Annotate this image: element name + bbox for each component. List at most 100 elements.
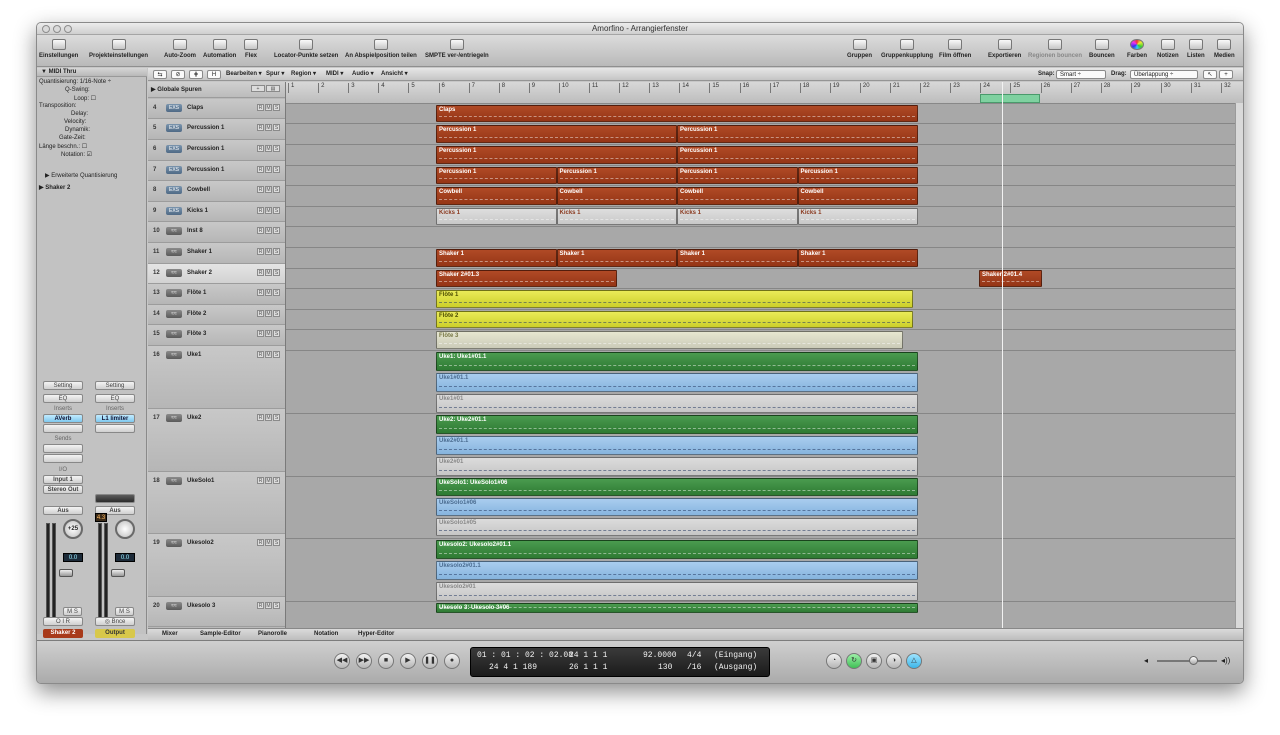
solo-button[interactable]: S	[273, 414, 280, 421]
link-icon[interactable]: ⊘	[171, 70, 185, 79]
locator-button[interactable]: Locator-Punkte setzen	[274, 37, 338, 65]
global-tracks-row[interactable]: ▶ Globale Spuren + ▤	[148, 82, 285, 98]
insert-slot-empty-2[interactable]	[95, 424, 135, 433]
notizen-button[interactable]: Notizen	[1157, 37, 1179, 65]
solo-button[interactable]: S	[273, 310, 280, 317]
region-shaker2-a[interactable]: Shaker 2#01.3	[436, 270, 617, 287]
solo-button[interactable]: S	[273, 227, 280, 234]
record-enable[interactable]: R	[257, 330, 264, 337]
ruler-bar-10[interactable]: 10	[558, 83, 569, 93]
mute-button[interactable]: M	[265, 124, 272, 131]
pointer-tool-icon[interactable]: ↖	[1203, 70, 1217, 79]
automation-button[interactable]: Automation	[203, 37, 236, 65]
input-button[interactable]: Input 1	[43, 475, 83, 484]
region-ukesolo1-take-a[interactable]: UkeSolo1#06	[436, 498, 918, 516]
drag-select[interactable]: Überlappung ÷	[1130, 70, 1198, 79]
track-buttons[interactable]: RMS	[256, 269, 280, 276]
smpte-lock-button[interactable]: SMPTE ver-/entriegeln	[425, 37, 489, 65]
region-uke2-group[interactable]: Uke2: Uke2#01.1	[436, 415, 918, 434]
regionen-bouncen-button[interactable]: Regionen bouncen	[1028, 37, 1082, 65]
record-input-buttons[interactable]: O I R	[43, 617, 83, 626]
ruler-bar-3[interactable]: 3	[348, 83, 355, 93]
mute-button[interactable]: M	[265, 351, 272, 358]
solo-button[interactable]: S	[273, 248, 280, 255]
menu-audio[interactable]: Audio ▾	[352, 70, 374, 79]
track-header-6[interactable]: 6 EXS Percussion 1 RMS	[148, 140, 285, 161]
solo-button[interactable]: S	[273, 477, 280, 484]
ruler-bar-30[interactable]: 30	[1160, 83, 1171, 93]
mute-button[interactable]: M	[265, 602, 272, 609]
region-kicks-1[interactable]: Kicks 1	[556, 208, 677, 225]
solo-button[interactable]: S	[273, 351, 280, 358]
solo-button[interactable]: S	[273, 104, 280, 111]
track-buttons[interactable]: RMS	[256, 104, 280, 111]
medien-button[interactable]: Medien	[1214, 37, 1235, 65]
param-gatezeit[interactable]: Gate-Zeit:	[59, 135, 86, 141]
insert-averb[interactable]: AVerb	[43, 414, 83, 423]
record-enable[interactable]: R	[257, 269, 264, 276]
param-velocity[interactable]: Velocity:	[64, 119, 86, 125]
stop-button[interactable]: ■	[378, 653, 394, 669]
gruppenkupplung-button[interactable]: Gruppenkupplung	[881, 37, 933, 65]
ruler-bar-5[interactable]: 5	[408, 83, 415, 93]
track-header-10[interactable]: 10 ≈≈ Inst 8 RMS	[148, 222, 285, 243]
ruler-bar-29[interactable]: 29	[1130, 83, 1140, 93]
pencil-tool-icon[interactable]: +	[1219, 70, 1233, 79]
record-enable[interactable]: R	[257, 414, 264, 421]
track-buttons[interactable]: RMS	[256, 351, 280, 358]
replace-button[interactable]: ◑	[886, 653, 902, 669]
track-buttons[interactable]: RMS	[256, 539, 280, 546]
record-enable[interactable]: R	[257, 289, 264, 296]
eq-button-2[interactable]: EQ	[95, 394, 135, 403]
solo-button[interactable]: S	[273, 269, 280, 276]
master-volume-track[interactable]	[1157, 660, 1217, 662]
low-latency-button[interactable]: ◔	[826, 653, 842, 669]
ruler-bar-9[interactable]: 9	[528, 83, 535, 93]
transport-display[interactable]: 01 : 01 : 02 : 02.08 24 4 1 189 24 1 1 1…	[470, 647, 770, 677]
region-cowbell-3[interactable]: Cowbell	[797, 187, 918, 205]
menu-bearbeiten[interactable]: Bearbeiten ▾	[226, 70, 262, 79]
channel-name-2[interactable]: Output	[95, 629, 135, 638]
region-floete-3[interactable]: Flöte 3	[436, 331, 903, 349]
record-enable[interactable]: R	[257, 602, 264, 609]
param-delay[interactable]: Delay:	[71, 111, 88, 117]
track-header-15[interactable]: 15 ≈≈ Flöte 3 RMS	[148, 325, 285, 346]
record-button[interactable]: ●	[444, 653, 460, 669]
region-shaker1-0[interactable]: Shaker 1	[436, 249, 557, 267]
track-name[interactable]: Flöte 3	[187, 331, 206, 337]
track-buttons[interactable]: RMS	[256, 124, 280, 131]
solo-button[interactable]: S	[273, 145, 280, 152]
param-quantisierung[interactable]: Quantisierung: 1/16-Note ÷	[39, 79, 111, 85]
track-buttons[interactable]: RMS	[256, 330, 280, 337]
param-qswing[interactable]: Q-Swing:	[65, 87, 90, 93]
ruler-bar-12[interactable]: 12	[619, 83, 629, 93]
track-name[interactable]: Kicks 1	[187, 208, 208, 214]
ruler-bar-19[interactable]: 19	[829, 83, 839, 93]
erweiterte-quantisierung[interactable]: ▶ Erweiterte Quantisierung	[45, 172, 117, 179]
ruler-bar-13[interactable]: 13	[649, 83, 659, 93]
volume-fader-2[interactable]	[111, 569, 125, 577]
ruler-bar-7[interactable]: 7	[468, 83, 475, 93]
track-header-14[interactable]: 14 ≈≈ Flöte 2 RMS	[148, 305, 285, 325]
catch-icon[interactable]: ⋕	[189, 70, 203, 79]
region-kicks-3[interactable]: Kicks 1	[797, 208, 918, 225]
balance-knob[interactable]	[115, 519, 135, 539]
track-name[interactable]: Claps	[187, 105, 203, 111]
record-enable[interactable]: R	[257, 227, 264, 234]
region-kicks-0[interactable]: Kicks 1	[436, 208, 557, 225]
pause-button[interactable]: ❚❚	[422, 653, 438, 669]
mute-button[interactable]: M	[265, 539, 272, 546]
mute-button[interactable]: M	[265, 310, 272, 317]
region-uke1-take-b[interactable]: Uke1#01	[436, 394, 918, 413]
punch-button[interactable]: ▣	[866, 653, 882, 669]
track-buttons[interactable]: RMS	[256, 248, 280, 255]
solo-button[interactable]: S	[273, 289, 280, 296]
param-notation[interactable]: Notation: ☑	[61, 151, 92, 158]
record-enable[interactable]: R	[257, 207, 264, 214]
region-percussion-1a[interactable]: Percussion 1	[436, 125, 677, 143]
master-volume-knob[interactable]	[1189, 656, 1198, 665]
track-buttons[interactable]: RMS	[256, 477, 280, 484]
mute-button[interactable]: M	[265, 186, 272, 193]
rewind-button[interactable]: ◀◀	[334, 653, 350, 669]
ruler-bar-21[interactable]: 21	[890, 83, 900, 93]
